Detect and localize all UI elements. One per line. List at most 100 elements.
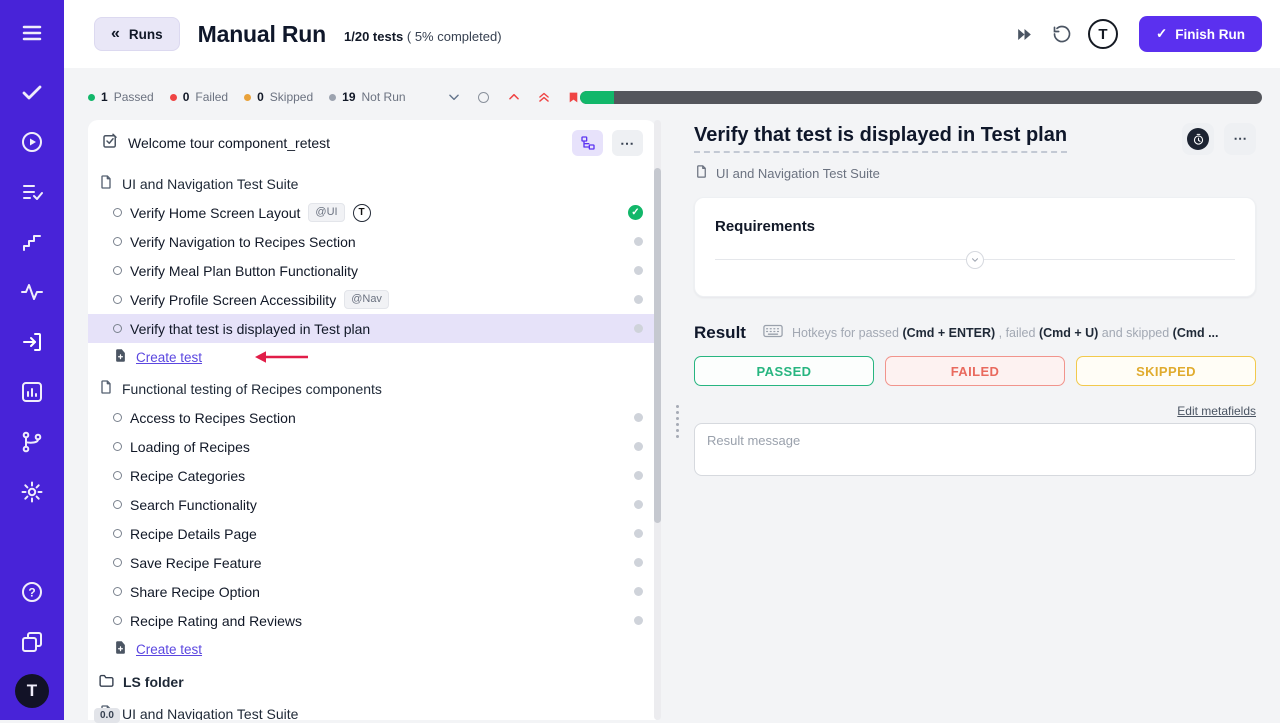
back-to-runs-label: Runs [129,27,163,42]
sidebar-brand-logo[interactable]: T [15,674,49,708]
menu-icon[interactable] [18,19,46,47]
test-row[interactable]: Loading of Recipes [88,432,656,461]
play-circle-icon[interactable] [18,128,46,156]
keyboard-icon [763,324,783,343]
checklist-icon [101,132,119,155]
folder-row[interactable]: LS folder [88,667,656,696]
list-more-button[interactable]: ⋯ [612,130,643,156]
test-label: Search Functionality [130,497,257,513]
suite-row[interactable]: UI and Navigation Test Suite [88,169,656,198]
notrun-dot-icon [634,442,643,451]
result-message-input[interactable] [694,423,1256,476]
test-list-icon[interactable] [18,178,46,206]
red-arrow-annotation [252,350,310,364]
test-row[interactable]: Access to Recipes Section [88,403,656,432]
test-detail-title[interactable]: Verify that test is displayed in Test pl… [694,123,1067,153]
test-label: Verify Meal Plan Button Functionality [130,263,358,279]
activity-icon[interactable] [18,278,46,306]
suite-row[interactable]: Functional testing of Recipes components [88,374,656,403]
test-circle-icon [113,471,122,480]
svg-text:?: ? [28,586,35,600]
suite-label: UI and Navigation Test Suite [122,706,298,721]
fast-forward-icon[interactable] [1014,23,1036,45]
test-circle-icon [113,324,122,333]
test-label: Verify that test is displayed in Test pl… [130,321,370,337]
stats-bar: 1Passed 0Failed 0Skipped 19Not Run [88,86,582,108]
test-row[interactable]: Share Recipe Option [88,577,656,606]
projects-icon[interactable] [18,628,46,656]
passed-stat: 1Passed [88,90,154,104]
notrun-dot-icon [329,94,336,101]
test-row[interactable]: Verify Navigation to Recipes Section [88,227,656,256]
chevron-down-icon[interactable] [446,89,462,105]
test-row[interactable]: Recipe Rating and Reviews [88,606,656,635]
back-to-runs-button[interactable]: « Runs [94,17,180,51]
test-label: Verify Profile Screen Accessibility [130,292,336,308]
finish-run-button[interactable]: ✓ Finish Run [1139,16,1262,52]
document-plus-icon [113,640,128,658]
check-icon[interactable] [18,78,46,106]
create-test-link[interactable]: Create test [136,350,202,365]
notrun-dot-icon [634,266,643,275]
test-label: Recipe Categories [130,468,245,484]
create-test-link[interactable]: Create test [136,642,202,657]
double-chevron-up-red-icon[interactable] [536,89,552,105]
requirements-title: Requirements [715,218,1235,235]
bottom-partial-badge: 0.0 [94,708,120,723]
test-circle-icon [113,442,122,451]
steps-icon[interactable] [18,228,46,256]
detail-more-button[interactable]: ⋯ [1224,123,1256,155]
test-row[interactable]: Recipe Categories [88,461,656,490]
test-label: Loading of Recipes [130,439,250,455]
test-row-selected[interactable]: Verify that test is displayed in Test pl… [88,314,656,343]
test-row[interactable]: Verify Profile Screen Accessibility @Nav [88,285,656,314]
test-circle-icon [113,616,122,625]
scrollbar-thumb[interactable] [654,168,661,523]
test-row[interactable]: Verify Meal Plan Button Functionality [88,256,656,285]
page-title: Manual Run [198,21,326,48]
notrun-dot-icon [634,237,643,246]
retry-icon[interactable] [1051,23,1073,45]
tag-badge: @Nav [344,290,389,308]
double-chevron-left-icon: « [111,26,120,42]
passed-button[interactable]: PASSED [694,356,874,386]
brand-logo-icon: T [15,674,49,708]
detail-suite-link[interactable]: UI and Navigation Test Suite [694,164,1256,182]
panel-resize-handle[interactable] [672,400,682,442]
skipped-button[interactable]: SKIPPED [1076,356,1256,386]
header-brand-logo-icon[interactable]: T [1088,19,1118,49]
edit-metafields-link[interactable]: Edit metafields [1177,404,1256,418]
gear-icon[interactable] [18,478,46,506]
chart-icon[interactable] [18,378,46,406]
list-scrollbar[interactable] [654,120,661,720]
tree-view-button[interactable] [572,130,603,156]
test-row[interactable]: Search Functionality [88,490,656,519]
test-row[interactable]: Verify Home Screen Layout @UI T ✓ [88,198,656,227]
failed-dot-icon [170,94,177,101]
test-list-panel: Welcome tour component_retest ⋯ UI and N… [88,120,656,720]
run-progress-text: 1/20 tests ( 5% completed) [344,29,502,44]
passed-dot-icon [88,94,95,101]
test-row[interactable]: Save Recipe Feature [88,548,656,577]
run-name: Welcome tour component_retest [128,135,563,151]
failed-button[interactable]: FAILED [885,356,1065,386]
stopwatch-icon [1187,128,1209,150]
suite-row[interactable]: UI and Navigation Test Suite [88,699,656,720]
requirements-card: Requirements [694,197,1256,297]
branch-icon[interactable] [18,428,46,456]
notrun-dot-icon [634,295,643,304]
circle-marker-icon[interactable] [476,89,492,105]
test-tree: UI and Navigation Test Suite Verify Home… [88,169,656,720]
timer-button[interactable] [1182,123,1214,155]
document-icon [98,174,114,193]
create-test-row: Create test [88,343,656,371]
expand-requirements-button[interactable] [966,251,984,269]
sign-in-icon[interactable] [18,328,46,356]
suite-label: UI and Navigation Test Suite [122,176,298,192]
folder-label: LS folder [123,674,184,690]
top-header: « Runs Manual Run 1/20 tests ( 5% comple… [64,0,1280,68]
chevron-up-red-icon[interactable] [506,89,522,105]
help-icon[interactable]: ? [18,578,46,606]
test-row[interactable]: Recipe Details Page [88,519,656,548]
create-test-row: Create test [88,635,656,663]
